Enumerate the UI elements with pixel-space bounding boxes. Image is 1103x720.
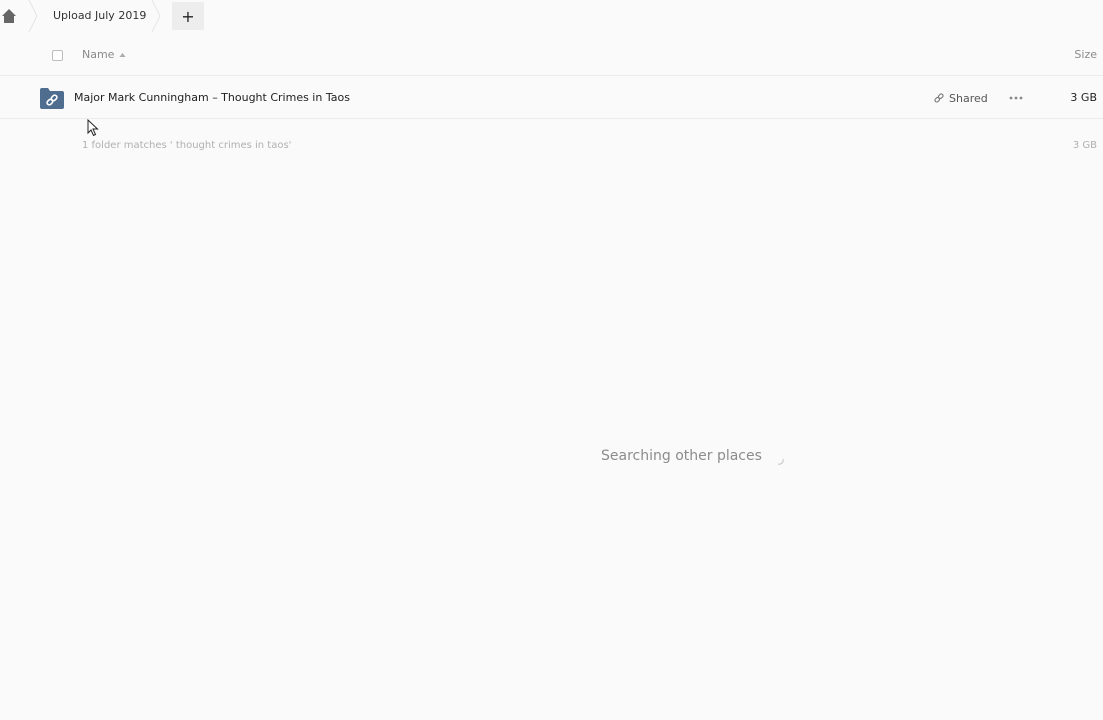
breadcrumb-current-folder[interactable]: Upload July 2019 [53,9,146,22]
sort-ascending-icon[interactable] [119,52,126,58]
loading-spinner-icon [777,458,784,465]
shared-folder-icon [40,88,64,109]
breadcrumb-separator-icon [28,0,38,32]
table-row[interactable]: Major Mark Cunningham – Thought Crimes i… [0,77,1103,119]
column-header-size[interactable]: Size [1074,48,1097,61]
share-button[interactable]: Shared [933,91,988,105]
more-options-icon[interactable] [1009,95,1023,101]
search-status: Searching other places [601,448,762,464]
table-header: Name Size [0,38,1103,76]
column-header-name[interactable]: Name [82,48,114,61]
home-icon[interactable] [1,8,17,24]
file-size: 3 GB [1070,91,1097,104]
search-results-summary: 1 folder matches ' thought crimes in tao… [82,140,292,151]
link-icon [934,93,944,103]
file-name[interactable]: Major Mark Cunningham – Thought Crimes i… [74,91,350,104]
breadcrumb-separator-icon [151,0,161,32]
add-button[interactable]: + [172,2,204,30]
search-results-total-size: 3 GB [1072,140,1097,151]
share-label: Shared [949,91,988,105]
mouse-cursor-icon [87,119,99,137]
breadcrumb: Upload July 2019 + [0,0,1103,32]
select-all-checkbox[interactable] [52,50,63,61]
